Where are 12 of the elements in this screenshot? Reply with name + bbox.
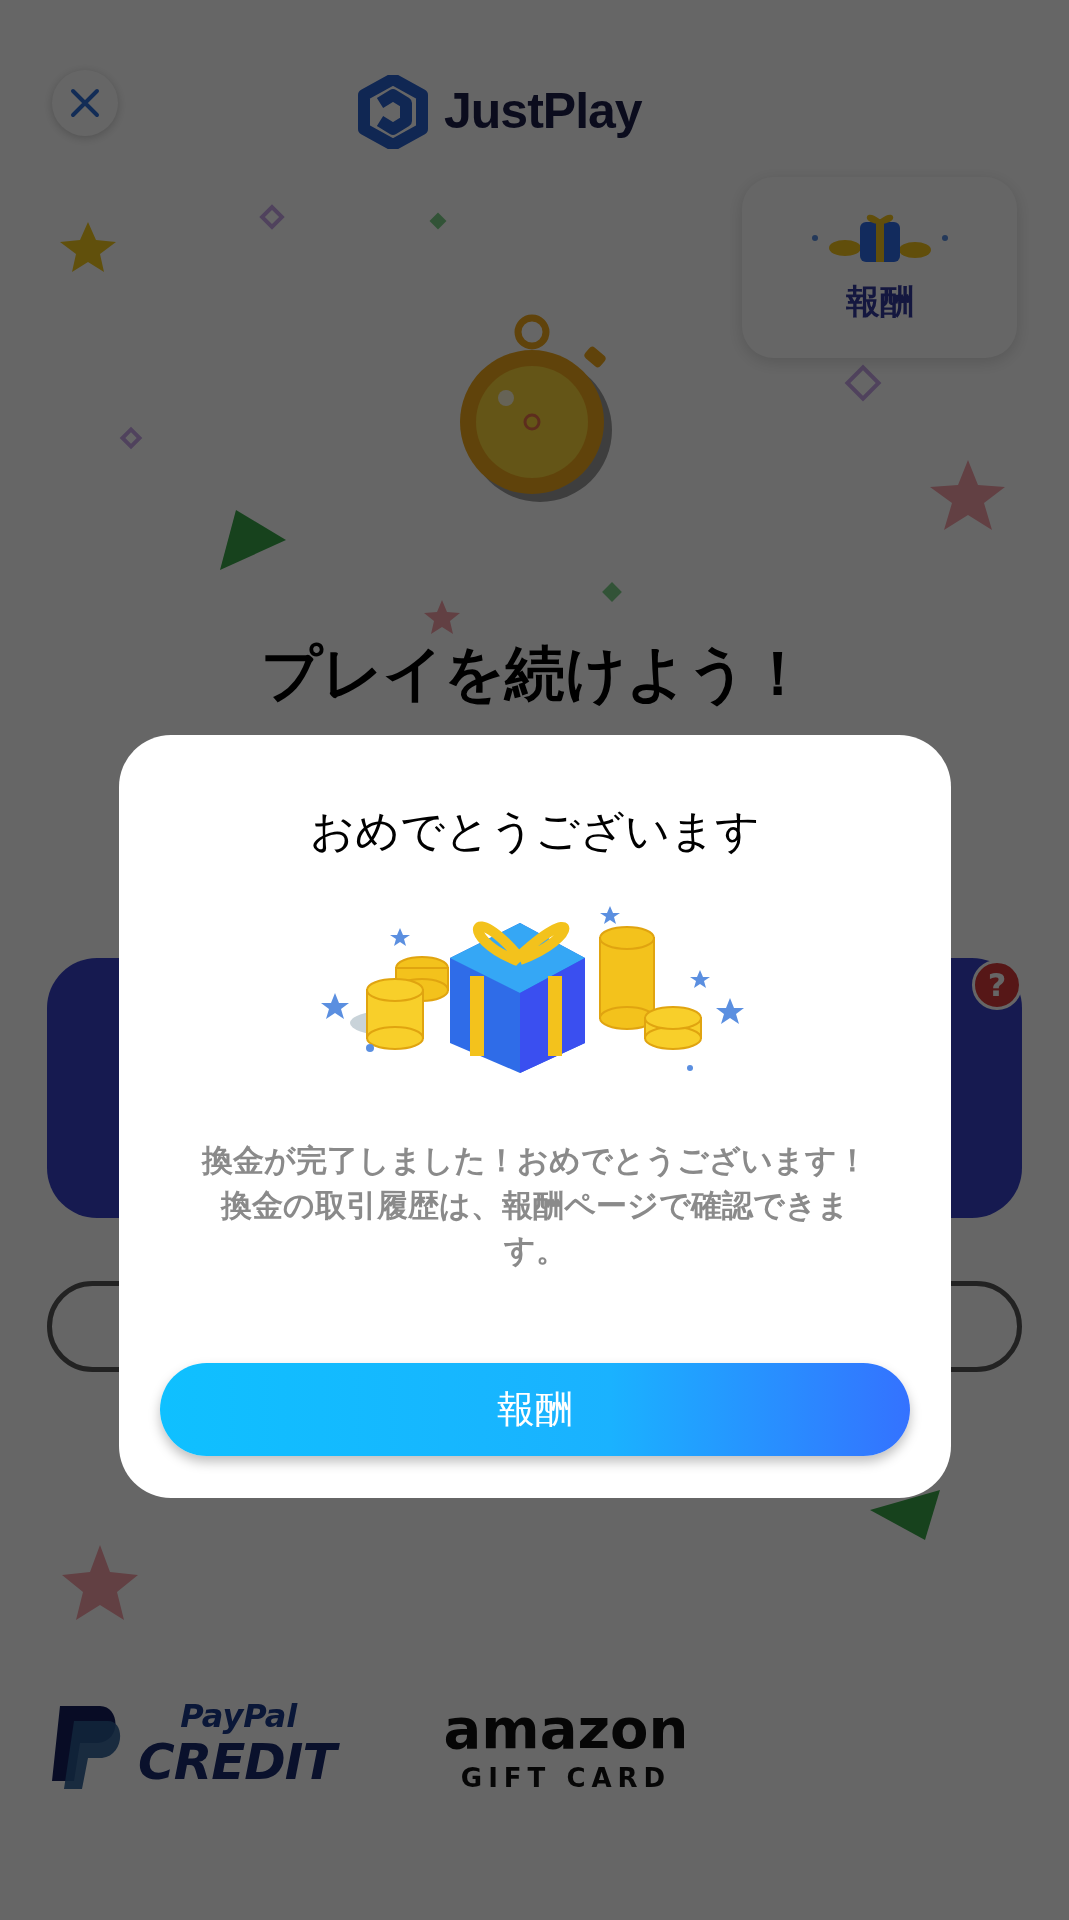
heading: プレイを続けよう！	[260, 640, 809, 706]
logo-text: PayPal	[179, 1700, 299, 1732]
dialog-title: おめでとうございます	[310, 805, 760, 858]
logo-text: amazon	[443, 1701, 689, 1757]
logo-icon	[358, 74, 428, 149]
close-icon	[70, 88, 100, 118]
rewards-button[interactable]: 報酬	[160, 1363, 910, 1456]
logo-text: JustPlay	[444, 82, 642, 141]
rewards-label: 報酬	[845, 280, 914, 323]
rewards-card[interactable]: 報酬	[742, 177, 1017, 358]
dialog-message: 換金が完了しました！おめでとうございます！換金の取引履歴は、報酬ページで確認できます。	[200, 1140, 869, 1270]
logo-text: GIFT CARD	[460, 1765, 672, 1791]
